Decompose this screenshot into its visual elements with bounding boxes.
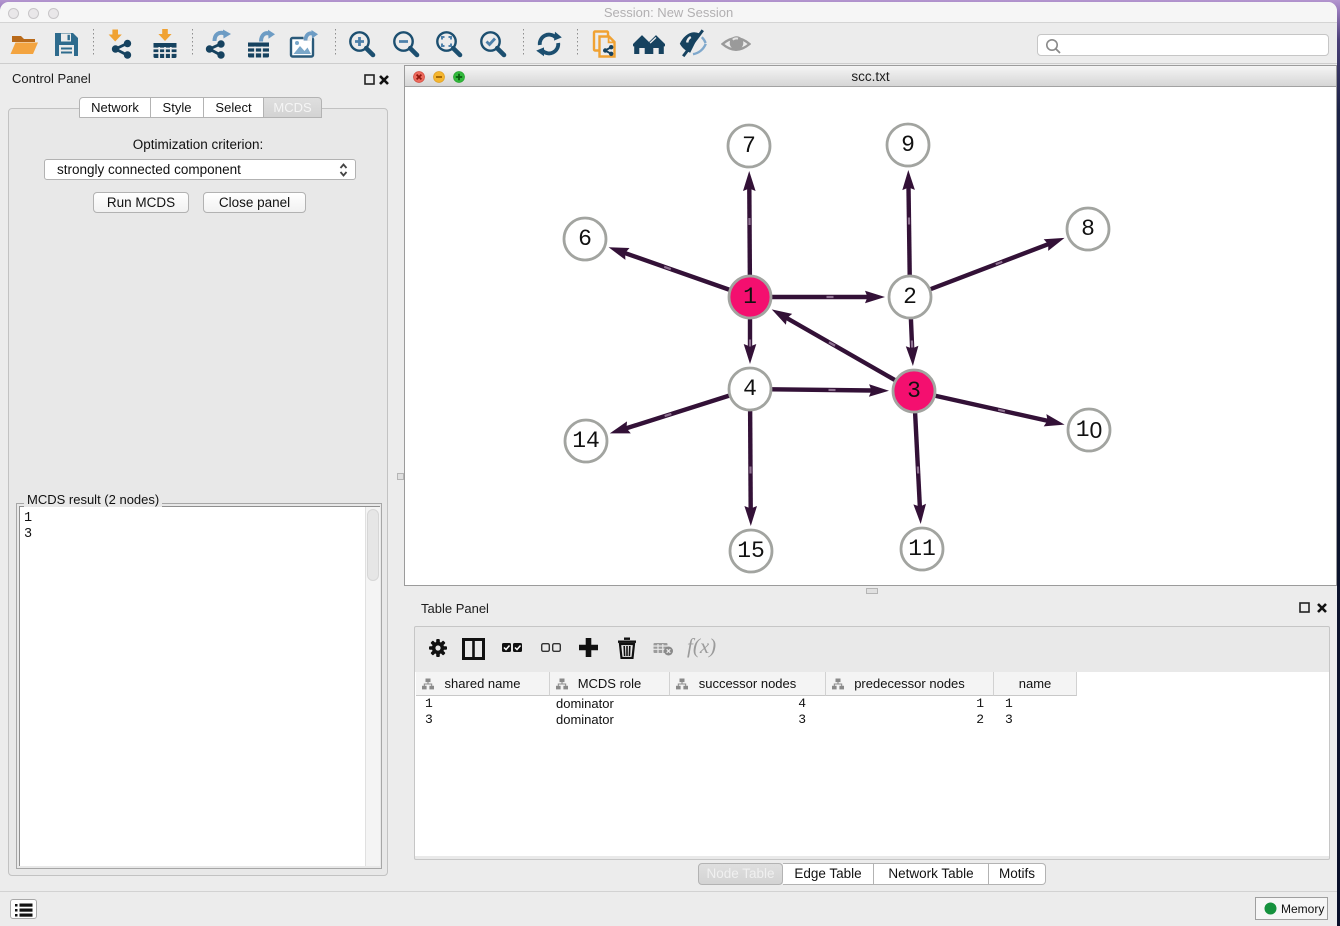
svg-text:8: 8 xyxy=(1081,216,1095,242)
svg-text:1: 1 xyxy=(743,284,757,310)
svg-text:14: 14 xyxy=(572,428,600,454)
svg-text:6: 6 xyxy=(578,226,592,252)
svg-text:9: 9 xyxy=(901,132,915,158)
svg-text:2: 2 xyxy=(903,284,917,310)
svg-text:15: 15 xyxy=(737,538,765,564)
svg-text:10: 10 xyxy=(1076,417,1103,443)
svg-text:3: 3 xyxy=(907,378,921,404)
svg-text:4: 4 xyxy=(743,376,757,402)
svg-text:7: 7 xyxy=(742,133,756,159)
svg-text:11: 11 xyxy=(908,536,936,562)
